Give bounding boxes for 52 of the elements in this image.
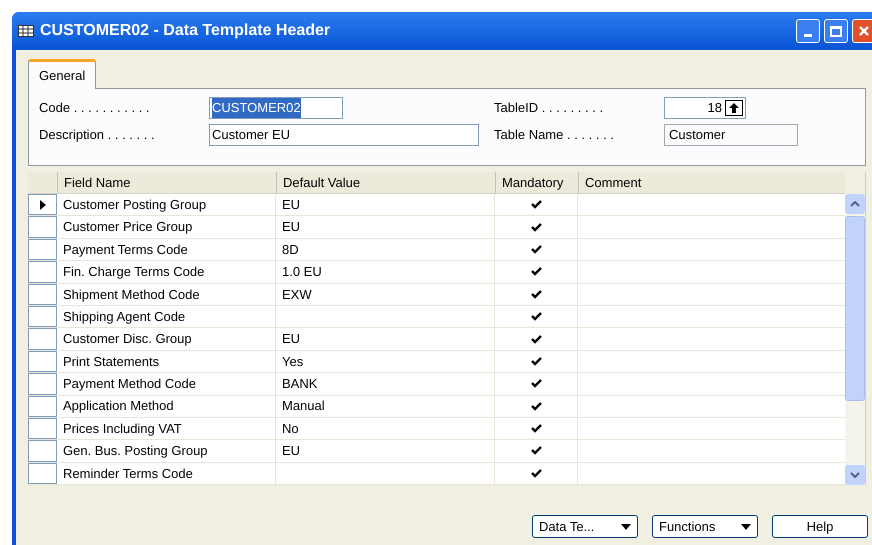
table-cell: Shipping Agent Code — [57, 306, 276, 328]
table-cell: No — [276, 418, 495, 440]
field-label: Table Name . . . . . . . — [494, 127, 614, 142]
field-label: Code . . . . . . . . . . . — [39, 100, 150, 116]
close-icon — [858, 25, 870, 37]
table-cell: Gen. Bus. Posting Group — [57, 440, 276, 462]
table-cell: BANK — [276, 373, 495, 395]
column-header[interactable]: Comment — [578, 172, 845, 193]
table-cell: Customer Disc. Group — [57, 328, 276, 350]
help-button[interactable]: Help — [772, 515, 868, 538]
chevron-up-icon[interactable] — [850, 201, 860, 207]
field-label: TableID . . . . . . . . . — [494, 100, 604, 116]
close-button[interactable] — [852, 19, 872, 43]
caret-icon — [621, 524, 631, 530]
table-cell: EU — [276, 328, 495, 350]
table-cell: Reminder Terms Code — [57, 462, 276, 484]
column-header[interactable]: Mandatory — [495, 172, 578, 193]
table-cell: Print Statements — [57, 350, 276, 372]
table-cell: EU — [276, 216, 495, 238]
text-field[interactable]: Customer EU — [209, 124, 479, 146]
maximize-button[interactable] — [824, 19, 848, 43]
column-header[interactable]: Field Name — [57, 172, 276, 193]
table-cell: Customer Price Group — [57, 216, 276, 238]
text-field[interactable]: CUSTOMER02 — [209, 97, 343, 119]
field-label: Description . . . . . . . — [39, 127, 155, 142]
table-cell: EU — [276, 440, 495, 462]
number-field[interactable]: 18 — [664, 97, 746, 119]
table-cell: Payment Method Code — [57, 373, 276, 395]
table-cell: 8D — [276, 238, 495, 260]
table-cell: Shipment Method Code — [57, 284, 276, 305]
table-cell: Fin. Charge Terms Code — [57, 261, 276, 283]
caret-icon — [741, 524, 751, 530]
table-cell: Application Method — [57, 396, 276, 417]
table-icon — [18, 25, 34, 37]
minimize-button[interactable] — [796, 19, 820, 43]
table-cell: Yes — [276, 350, 495, 372]
table-cell: 1.0 EU — [276, 261, 495, 283]
table-cell: EXW — [276, 284, 495, 305]
table-cell: Payment Terms Code — [57, 238, 276, 260]
menu-button[interactable]: Functions — [652, 515, 758, 538]
table-cell: Manual — [276, 396, 495, 417]
current-row-icon — [40, 200, 46, 210]
table-cell: EU — [276, 194, 495, 216]
window-title: CUSTOMER02 - Data Template Header — [40, 21, 330, 41]
row-selector[interactable] — [28, 194, 57, 216]
vertical-scrollbar[interactable] — [845, 194, 865, 486]
menu-button[interactable]: Data Te... — [532, 515, 638, 538]
chevron-down-icon[interactable] — [850, 472, 860, 478]
tab[interactable]: General — [28, 59, 96, 89]
table-cell: Prices Including VAT — [57, 418, 276, 440]
column-header[interactable]: Default Value — [276, 172, 495, 193]
table-cell: Customer Posting Group — [57, 194, 276, 216]
